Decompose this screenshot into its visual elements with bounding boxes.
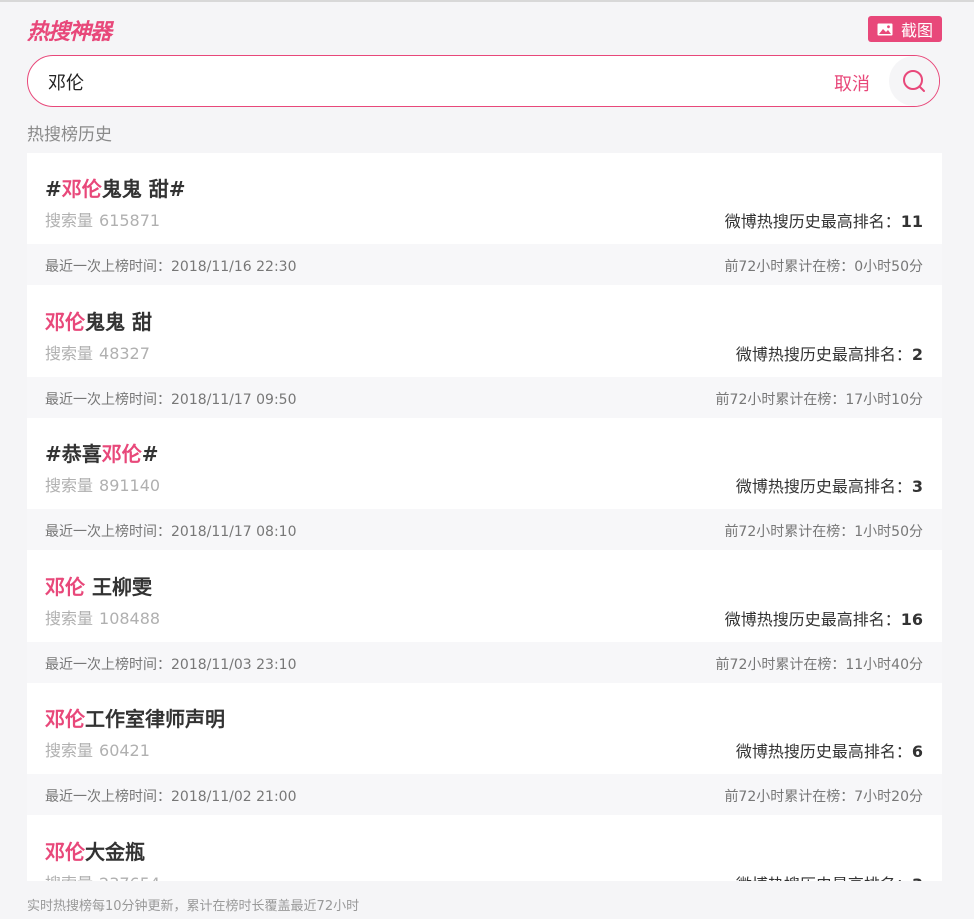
search-volume: 搜索量 48327: [45, 343, 150, 363]
keyword-highlight: 邓伦: [45, 707, 85, 731]
screenshot-label: 截图: [900, 21, 933, 40]
result-title[interactable]: 邓伦鬼鬼 甜: [45, 306, 152, 335]
footer-note: 实时热搜榜每10分钟更新，累计在榜时长覆盖最近72小时: [27, 899, 360, 914]
highest-rank: 微博热搜历史最高排名：16: [724, 609, 923, 629]
cancel-button[interactable]: 取消: [834, 70, 870, 96]
result-card[interactable]: 邓伦鬼鬼 甜 搜索量 48327 微博热搜历史最高排名：2 最近一次上榜时间：20…: [27, 285, 942, 418]
screenshot-button[interactable]: 截图: [867, 16, 942, 42]
card-footer: 最近一次上榜时间：2018/11/17 09:50 前72小时累计在榜：17小时…: [27, 376, 942, 418]
search-volume: 搜索量 108488: [45, 608, 161, 628]
result-card[interactable]: 邓伦工作室律师声明 搜索量 60421 微博热搜历史最高排名：6 最近一次上榜时间…: [27, 683, 942, 816]
search-volume: 搜索量 615871: [45, 211, 161, 230]
header: 热搜神器 截图: [27, 12, 942, 46]
result-title[interactable]: 邓伦大金瓶: [45, 836, 145, 865]
result-list: #邓伦鬼鬼 甜# 搜索量 615871 微博热搜历史最高排名：11 最近一次上榜时…: [27, 153, 942, 881]
result-card[interactable]: 邓伦 王柳雯 搜索量 108488 微博热搜历史最高排名：16 最近一次上榜时间：…: [27, 550, 942, 683]
last-listed-time: 最近一次上榜时间：2018/11/03 23:10: [45, 656, 297, 673]
search-input[interactable]: [46, 68, 750, 96]
section-title: 热搜榜历史: [27, 125, 112, 145]
app-logo: 热搜神器: [27, 20, 112, 45]
accumulated-time: 前72小时累计在榜：7小时20分: [724, 789, 923, 805]
highest-rank: 微博热搜历史最高排名：3: [735, 477, 923, 496]
accumulated-time: 前72小时累计在榜：1小时50分: [724, 524, 923, 540]
highest-rank: 微博热搜历史最高排名：2: [735, 344, 923, 364]
keyword-highlight: 邓伦: [61, 177, 102, 201]
result-title[interactable]: 邓伦 王柳雯: [45, 571, 152, 600]
highest-rank: 微博热搜历史最高排名：6: [735, 742, 923, 761]
result-title[interactable]: 邓伦工作室律师声明: [45, 703, 225, 732]
search-button[interactable]: [889, 56, 939, 106]
image-icon: [877, 23, 893, 35]
card-footer: 最近一次上榜时间：2018/11/02 21:00 前72小时累计在榜：7小时2…: [27, 774, 942, 815]
result-card[interactable]: #恭喜邓伦# 搜索量 891140 微博热搜历史最高排名：3 最近一次上榜时间：2…: [27, 418, 942, 551]
search-volume: 搜索量 891140: [45, 476, 161, 495]
card-footer: 最近一次上榜时间：2018/11/03 23:10 前72小时累计在榜：11小时…: [27, 641, 942, 683]
last-listed-time: 最近一次上榜时间：2018/11/16 22:30: [45, 259, 297, 275]
highest-rank: 微博热搜历史最高排名：3: [736, 871, 923, 882]
keyword-highlight: 邓伦: [45, 839, 85, 864]
search-volume: 搜索量237654: [45, 870, 160, 882]
keyword-highlight: 邓伦: [101, 442, 142, 466]
result-card[interactable]: 邓伦大金瓶 搜索量237654 微博热搜历史最高排名：3: [27, 815, 942, 882]
search-icon: [903, 70, 925, 92]
accumulated-time: 前72小时累计在榜：11小时40分: [715, 656, 923, 673]
card-footer: 最近一次上榜时间：2018/11/16 22:30 前72小时累计在榜：0小时5…: [27, 244, 942, 285]
result-title[interactable]: #恭喜邓伦#: [45, 438, 159, 467]
last-listed-time: 最近一次上榜时间：2018/11/17 09:50: [45, 391, 297, 408]
highest-rank: 微博热搜历史最高排名：11: [724, 212, 923, 231]
keyword-highlight: 邓伦: [45, 309, 85, 334]
last-listed-time: 最近一次上榜时间：2018/11/02 21:00: [45, 789, 297, 805]
search-volume: 搜索量 60421: [45, 741, 150, 760]
accumulated-time: 前72小时累计在榜：17小时10分: [715, 391, 923, 408]
card-footer: 最近一次上榜时间：2018/11/17 08:10 前72小时累计在榜：1小时5…: [27, 509, 942, 550]
top-divider: [0, 0, 974, 2]
result-title[interactable]: #邓伦鬼鬼 甜#: [45, 173, 186, 202]
search-bar: 取消: [27, 55, 940, 107]
keyword-highlight: 邓伦: [45, 574, 85, 599]
last-listed-time: 最近一次上榜时间：2018/11/17 08:10: [45, 524, 297, 540]
accumulated-time: 前72小时累计在榜：0小时50分: [724, 259, 923, 275]
result-card[interactable]: #邓伦鬼鬼 甜# 搜索量 615871 微博热搜历史最高排名：11 最近一次上榜时…: [27, 153, 942, 286]
